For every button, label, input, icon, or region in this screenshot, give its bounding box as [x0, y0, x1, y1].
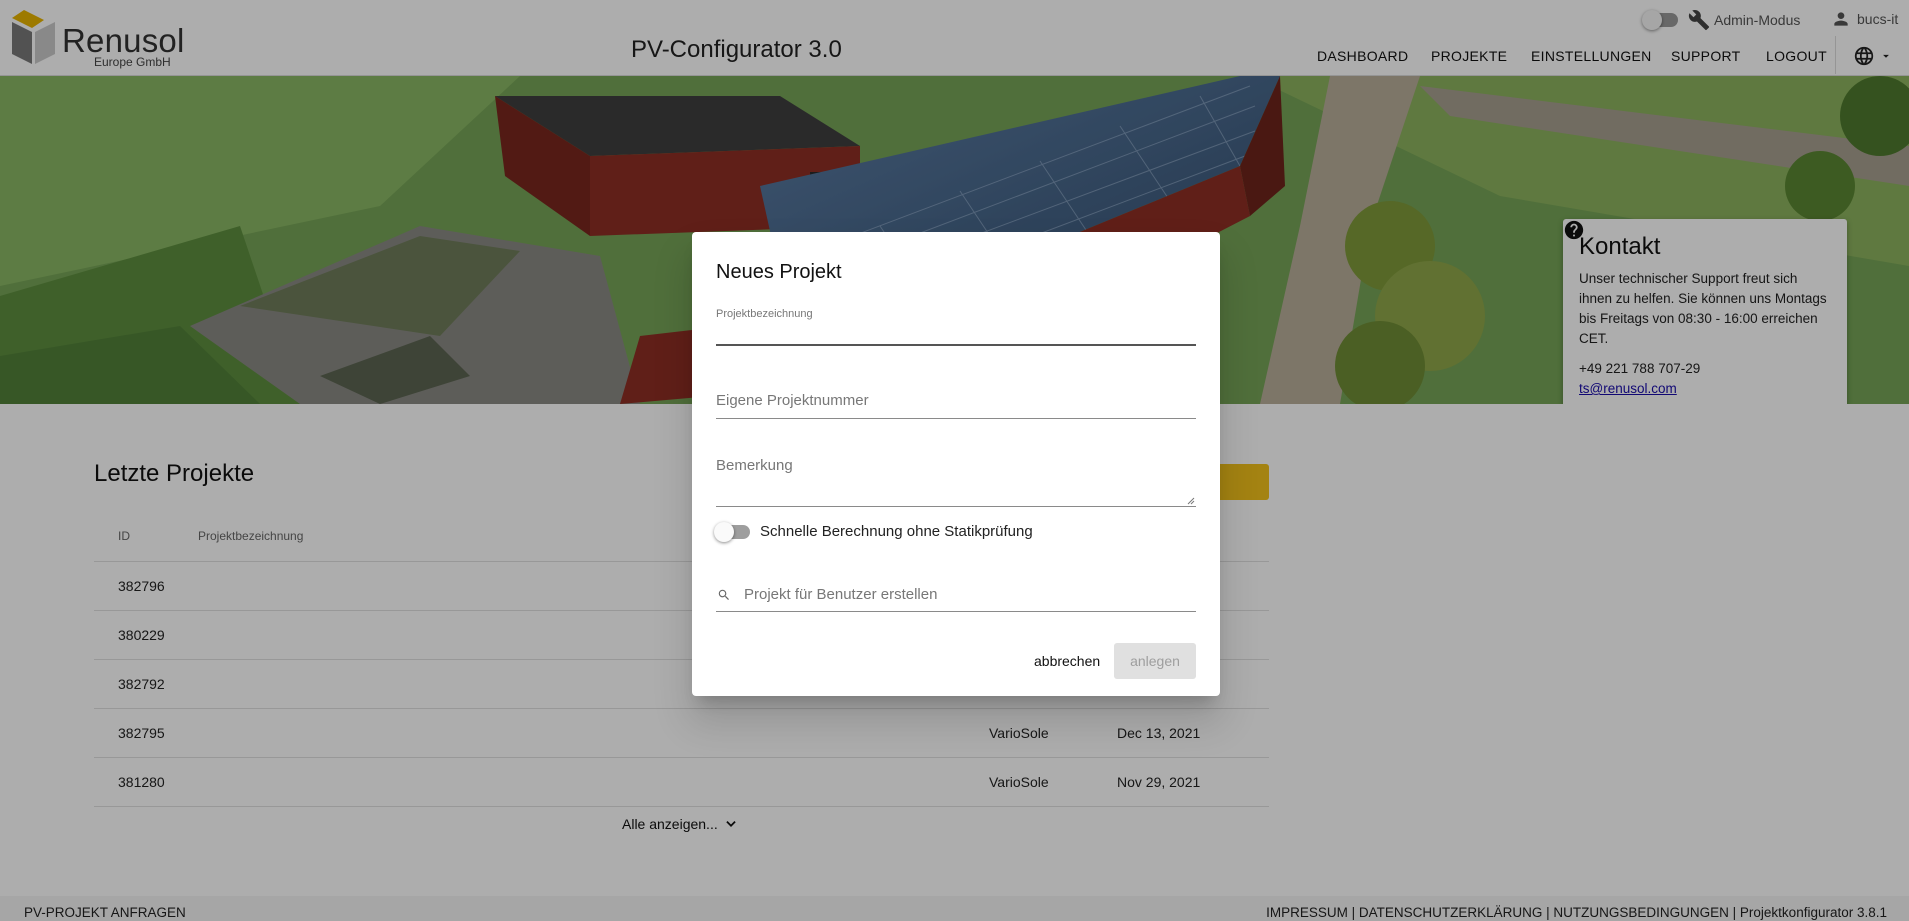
remark-textarea[interactable]: Bemerkung: [716, 457, 1196, 507]
own-project-number-placeholder: Eigene Projektnummer: [716, 392, 869, 409]
remark-underline: [716, 506, 1196, 507]
create-button[interactable]: anlegen: [1114, 643, 1196, 679]
project-name-field[interactable]: Projektbezeichnung: [716, 308, 1196, 346]
remark-placeholder: Bemerkung: [716, 457, 793, 474]
quick-calc-toggle-row[interactable]: Schnelle Berechnung ohne Statikprüfung: [714, 521, 1033, 542]
own-project-number-underline: [716, 418, 1196, 419]
quick-calc-label: Schnelle Berechnung ohne Statikprüfung: [760, 523, 1033, 540]
search-icon: [718, 589, 729, 600]
cancel-button[interactable]: abbrechen: [1026, 643, 1108, 679]
own-project-number-field[interactable]: Eigene Projektnummer: [716, 392, 1196, 422]
user-search-underline: [716, 611, 1196, 612]
project-name-underline: [716, 344, 1196, 346]
new-project-dialog: Neues Projekt Projektbezeichnung Eigene …: [692, 232, 1220, 696]
dialog-title: Neues Projekt: [716, 261, 842, 283]
user-search-field[interactable]: Projekt für Benutzer erstellen: [716, 582, 1196, 612]
quick-calc-switch[interactable]: [714, 521, 750, 542]
project-name-label: Projektbezeichnung: [716, 308, 813, 320]
user-search-placeholder: Projekt für Benutzer erstellen: [744, 586, 938, 603]
resize-handle-icon[interactable]: [1187, 497, 1195, 505]
